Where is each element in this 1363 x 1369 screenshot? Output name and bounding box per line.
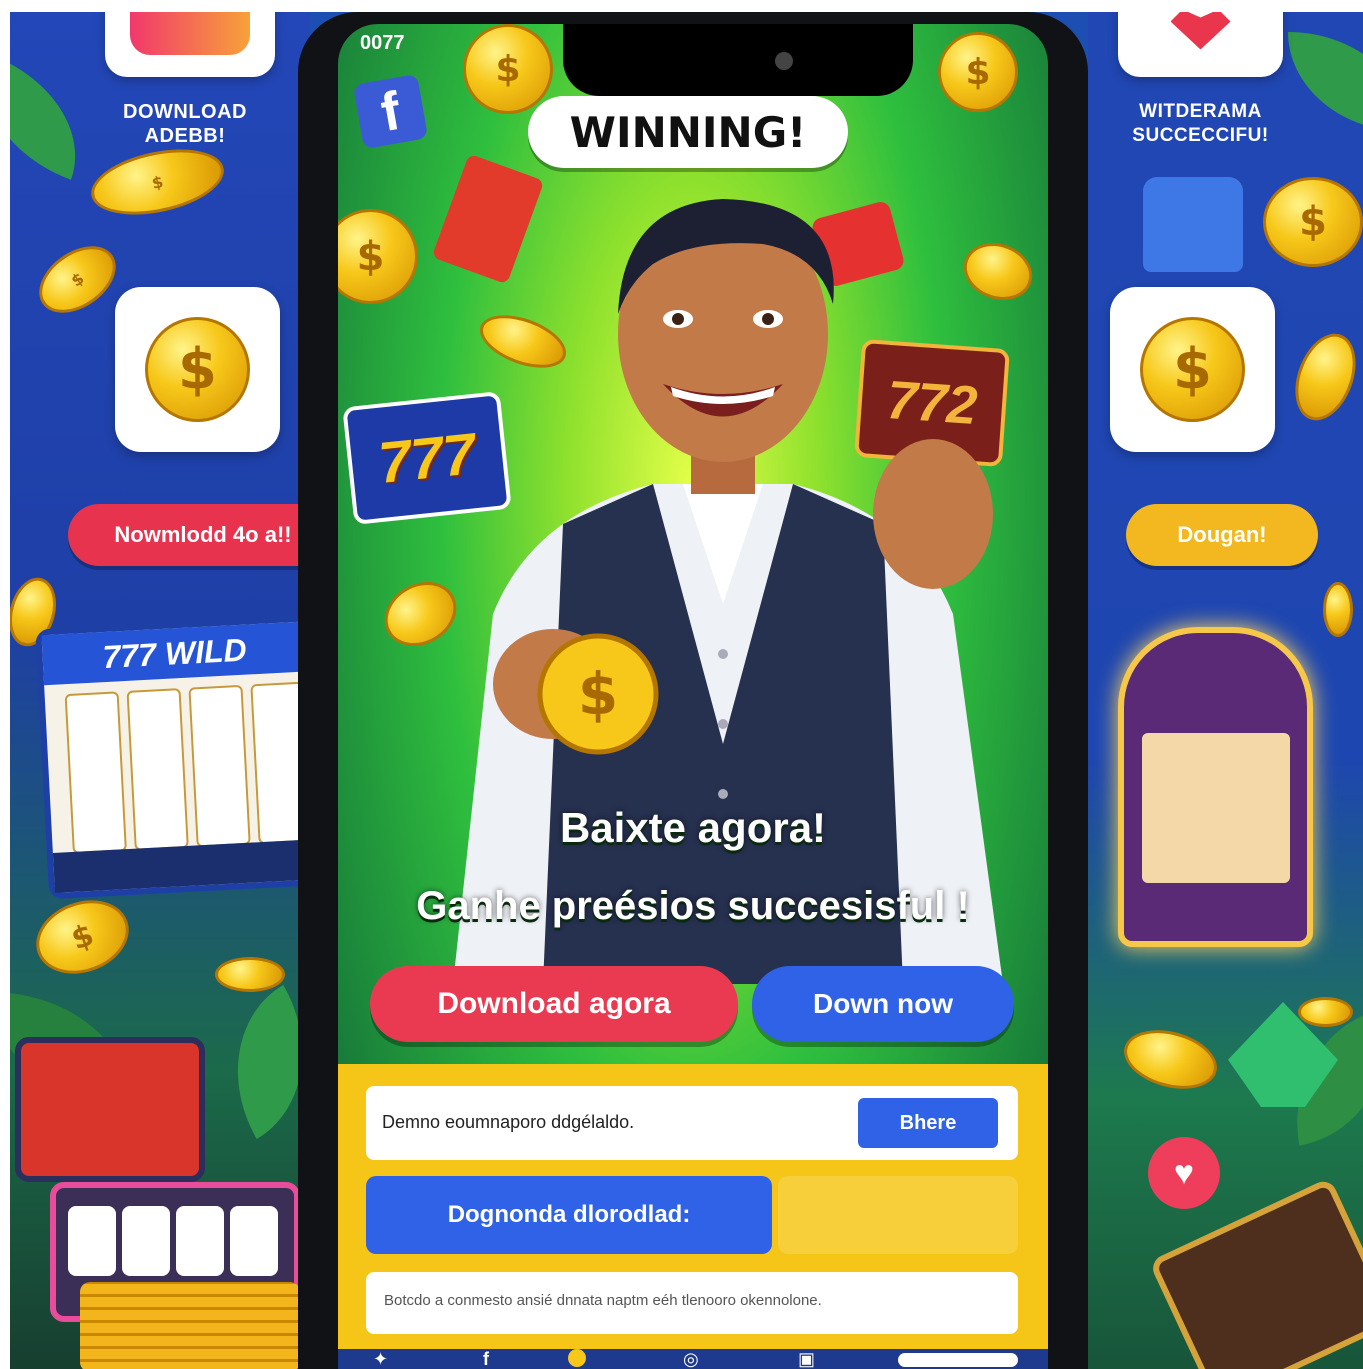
text-field[interactable]: Demno eoumnaporo ddgélaldo. Bhere xyxy=(366,1086,1018,1160)
coin-icon: $ xyxy=(26,232,129,327)
slot-reels xyxy=(64,681,310,854)
slot-reels xyxy=(1142,733,1290,883)
down-now-button[interactable]: Down now xyxy=(752,966,1014,1042)
bottom-nav: ✦ f ◎ ▣ xyxy=(338,1349,1048,1369)
camera-icon xyxy=(775,52,793,70)
phone-mockup: 0077 f WINNING! $ $ $ 777 772 $ Baixte a… xyxy=(298,12,1088,1369)
coin-icon: $ xyxy=(463,24,553,114)
instagram-icon xyxy=(130,12,250,55)
download-form-panel: Demno eoumnaporo ddgélaldo. Bhere Dognon… xyxy=(338,1064,1048,1369)
raised-fist xyxy=(873,439,993,589)
right-download-button[interactable]: Dougan! xyxy=(1126,504,1318,566)
heart-icon[interactable]: ♥ xyxy=(1148,1137,1220,1209)
poster: DOWNLOAD ADEBB! $ $ $ Nowmlodd 4o a!! 77… xyxy=(10,12,1363,1369)
left-download-button[interactable]: Nowmlodd 4o a!! xyxy=(68,504,310,566)
download-now-button[interactable]: Download agora xyxy=(370,966,738,1042)
footer-info-field: Botcdo a conmesto ansié dnnata naptm eéh… xyxy=(366,1272,1018,1334)
heart-tile[interactable] xyxy=(1118,12,1283,77)
right-caption: WITDERAMA SUCCECCIFU! xyxy=(1132,101,1269,146)
smiling-man-illustration: $ xyxy=(453,199,1003,984)
coin-stack xyxy=(80,1282,300,1369)
left-caption: DOWNLOAD ADEBB! xyxy=(123,101,247,147)
text-field-value: Demno eoumnaporo ddgélaldo. xyxy=(382,1112,635,1132)
facebook-icon[interactable]: f xyxy=(483,1349,489,1369)
arcade-machine xyxy=(15,1037,205,1182)
leaf-decoration xyxy=(1288,32,1363,132)
coin-icon: $ xyxy=(938,32,1018,112)
coin-icon: $ xyxy=(1263,177,1363,267)
footer-text: Botcdo a conmesto ansié dnnata naptm eéh… xyxy=(384,1292,822,1309)
coin-tile[interactable]: $ xyxy=(115,287,280,452)
coin-tile[interactable]: $ xyxy=(1110,287,1275,452)
left-panel: DOWNLOAD ADEBB! $ $ $ Nowmlodd 4o a!! 77… xyxy=(10,12,310,1369)
coin-icon[interactable] xyxy=(568,1349,586,1367)
share-button[interactable]: Bhere xyxy=(858,1098,998,1148)
winning-bubble: WINNING! xyxy=(528,96,848,168)
app-tile[interactable] xyxy=(105,12,275,77)
shield-icon[interactable]: ▣ xyxy=(798,1349,815,1369)
star-icon[interactable]: ✦ xyxy=(373,1349,388,1369)
leaf-decoration xyxy=(196,985,310,1139)
coin-icon xyxy=(1298,997,1353,1027)
facebook-icon[interactable]: f xyxy=(352,73,429,150)
right-panel: WITDERAMA SUCCECCIFU! $ $ Dougan! ♥ xyxy=(1088,12,1363,1369)
download-field-button[interactable]: Dognonda dlorodlad: xyxy=(366,1176,772,1254)
status-bar: 0077 xyxy=(360,32,405,54)
home-indicator xyxy=(898,1353,1018,1367)
headline-download: Baixte agora! xyxy=(559,804,827,851)
download-field-input[interactable] xyxy=(778,1176,1018,1254)
headline-prizes: Ganhe preésios succesisful ! xyxy=(416,884,970,928)
svg-text:$: $ xyxy=(578,660,618,728)
slot-banner: 777 WILD xyxy=(41,617,310,686)
coin-icon: $ xyxy=(25,887,140,987)
dollar-coin-icon: $ xyxy=(145,317,250,422)
thumbs-up-icon xyxy=(1143,177,1243,272)
slot-machine xyxy=(1118,627,1313,947)
slot-machine-card: 777 WILD xyxy=(35,610,310,900)
phone-screen: 0077 f WINNING! $ $ $ 777 772 $ Baixte a… xyxy=(338,24,1048,1369)
coin-icon xyxy=(1284,325,1363,429)
coin-icon xyxy=(215,957,285,992)
dollar-coin-icon: $ xyxy=(1140,317,1245,422)
coin-icon xyxy=(1323,582,1353,637)
coin-icon: $ xyxy=(338,209,418,304)
phone-notch xyxy=(563,24,913,96)
coin-icon: $ xyxy=(85,138,230,226)
heart-icon xyxy=(1170,12,1231,50)
coin-icon xyxy=(1117,1020,1224,1099)
leaf-decoration xyxy=(10,54,102,180)
instagram-icon[interactable]: ◎ xyxy=(683,1349,699,1369)
